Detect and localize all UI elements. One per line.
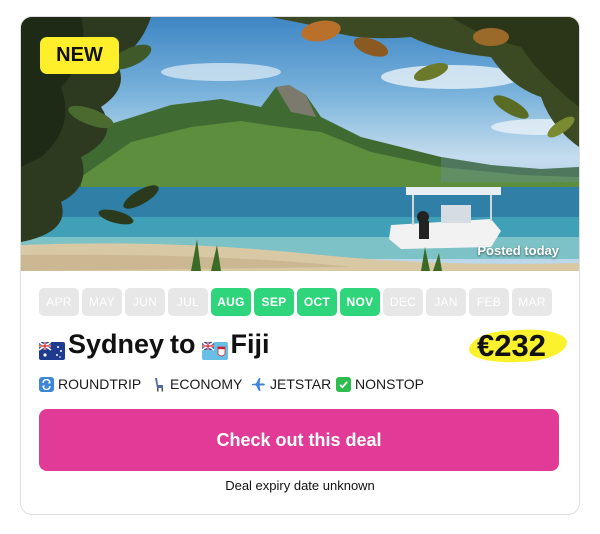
new-badge: NEW: [40, 37, 119, 74]
month-feb: FEB: [469, 288, 509, 316]
deal-card[interactable]: NEW Posted today APR MAY JUN JUL AUG SEP…: [20, 16, 580, 515]
destination-photo: NEW Posted today: [21, 17, 579, 271]
tag-label: JETSTAR: [270, 376, 332, 392]
month-aug: AUG: [211, 288, 251, 316]
month-oct: OCT: [297, 288, 337, 316]
month-jan: JAN: [426, 288, 466, 316]
tag-economy: ECONOMY: [151, 376, 242, 392]
month-nov: NOV: [340, 288, 380, 316]
australia-flag-icon: [38, 336, 65, 360]
month-may: MAY: [82, 288, 122, 316]
tag-jetstar: JETSTAR: [251, 376, 331, 392]
month-apr: APR: [39, 288, 79, 316]
route-title: Sydney to Fiji: [38, 329, 270, 360]
price-tag: €232: [468, 326, 568, 366]
month-mar: MAR: [512, 288, 552, 316]
tag-label: ROUNDTRIP: [58, 376, 142, 392]
checkmark-icon: [336, 376, 351, 392]
expiry-note: Deal expiry date unknown: [225, 478, 375, 493]
tag-label: ECONOMY: [170, 376, 243, 392]
tag-label: NONSTOP: [355, 376, 424, 392]
route-connector: to: [170, 329, 196, 359]
month-sep: SEP: [254, 288, 294, 316]
route-origin: Sydney: [68, 329, 165, 359]
posted-label: Posted today: [477, 243, 559, 258]
seat-icon: [151, 377, 166, 392]
repeat-icon: [39, 376, 54, 392]
fiji-flag-icon: [201, 336, 228, 360]
month-dec: DEC: [383, 288, 423, 316]
price-value: €232: [477, 328, 546, 363]
month-jun: JUN: [125, 288, 165, 316]
route-destination: Fiji: [230, 329, 270, 359]
airplane-icon: [251, 377, 266, 392]
tag-roundtrip: ROUNDTRIP: [39, 376, 141, 392]
month-jul: JUL: [168, 288, 208, 316]
tag-nonstop: NONSTOP: [336, 376, 424, 392]
check-out-deal-button[interactable]: Check out this deal: [39, 409, 559, 471]
